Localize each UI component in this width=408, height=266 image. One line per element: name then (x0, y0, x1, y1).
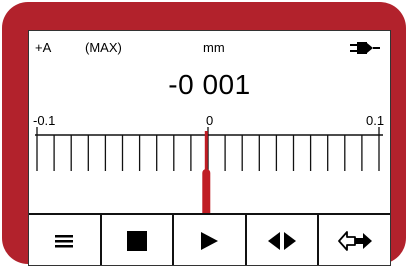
enter-button[interactable] (319, 215, 390, 265)
left-right-arrows-icon (268, 232, 297, 250)
menu-icon (55, 235, 74, 248)
menu-button[interactable] (29, 215, 102, 265)
play-icon (201, 232, 219, 250)
enter-arrow-icon (337, 231, 372, 251)
analog-scale (35, 127, 383, 217)
play-button[interactable] (174, 215, 247, 265)
left-right-button[interactable] (246, 215, 320, 265)
stop-button[interactable] (101, 215, 175, 265)
device-bezel: +A (MAX) mm -0 001 -0.1 0 0.1 (2, 2, 406, 266)
display-screen: +A (MAX) mm -0 001 -0.1 0 0.1 (28, 30, 391, 266)
needle-bar (202, 169, 211, 217)
toolbar (29, 213, 390, 265)
stop-icon (126, 231, 147, 251)
